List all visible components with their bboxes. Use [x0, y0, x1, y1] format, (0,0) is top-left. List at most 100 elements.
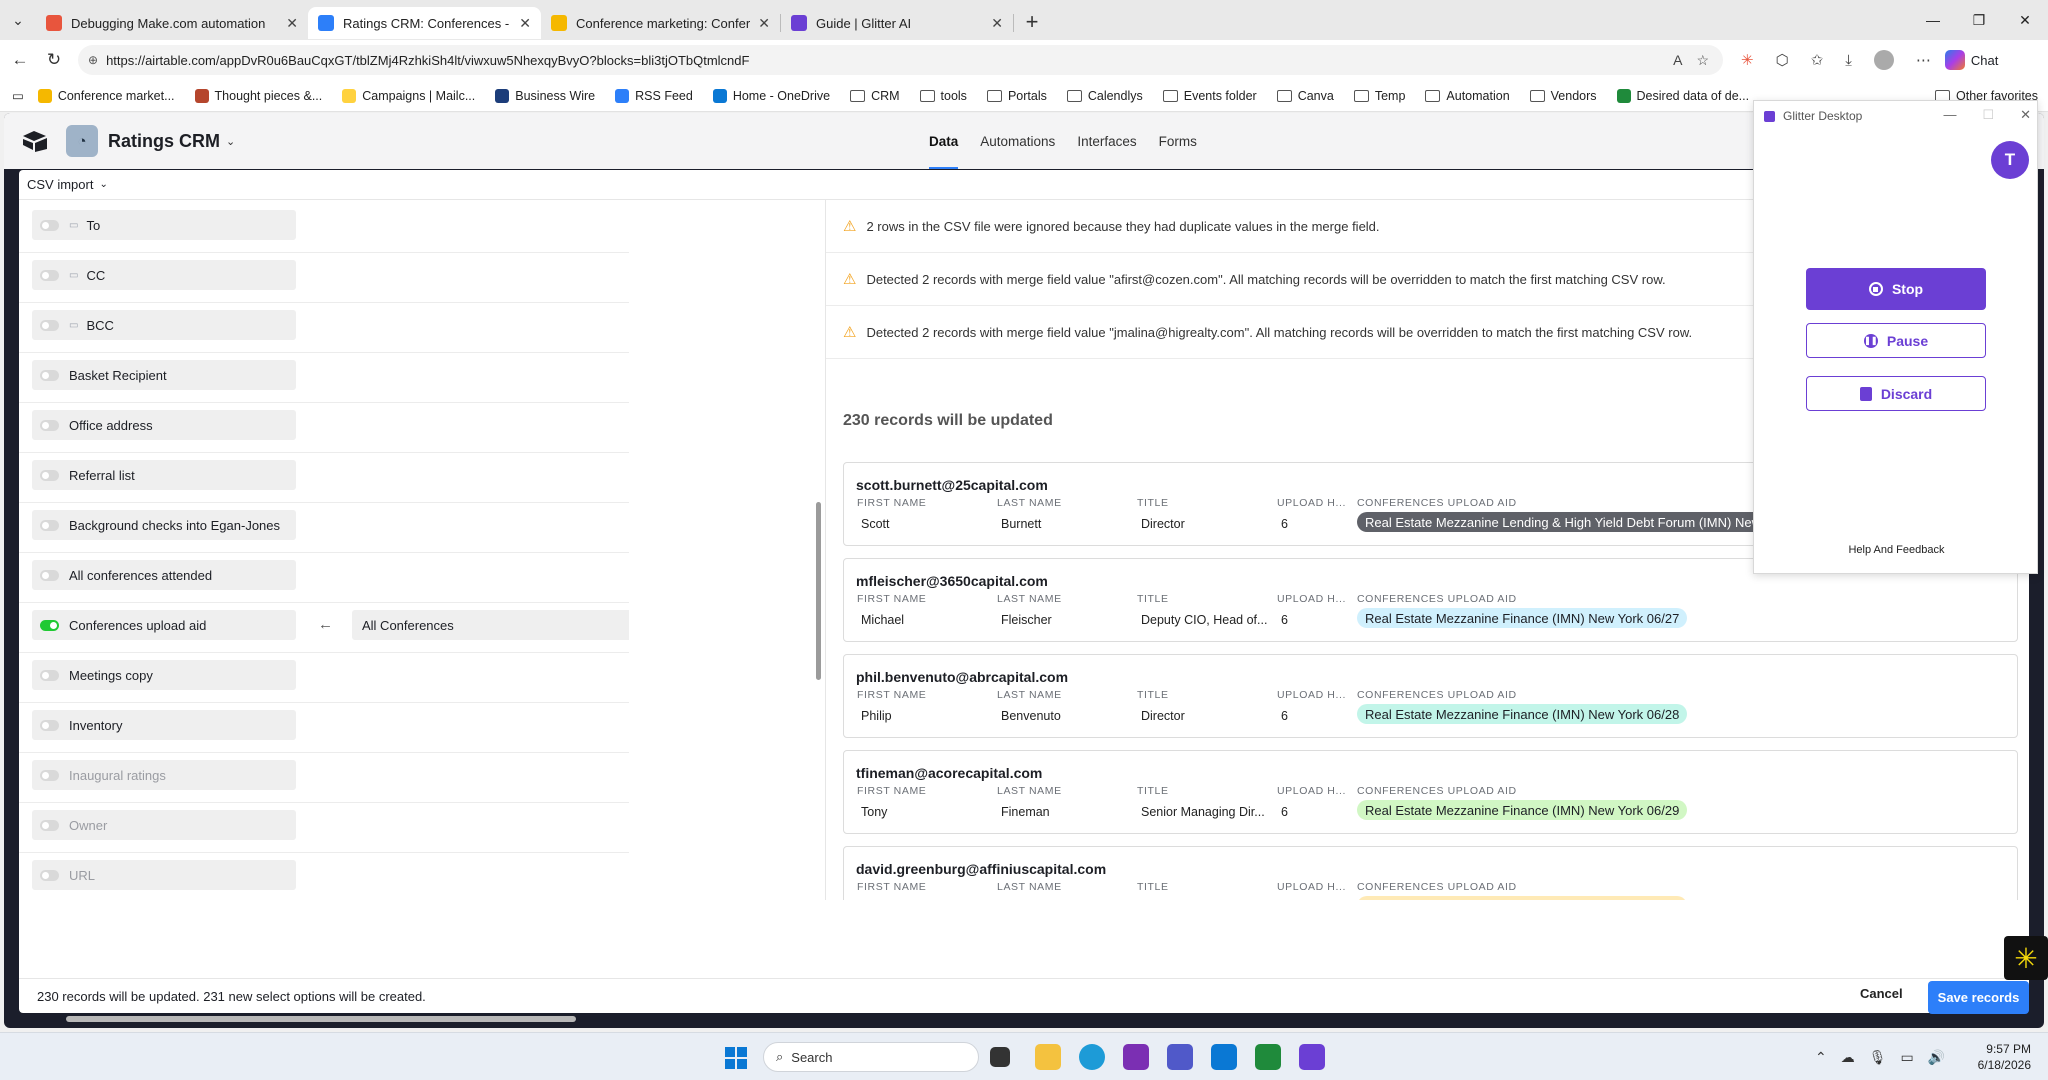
site-info-icon[interactable]: ⊕ — [88, 53, 98, 67]
vertical-scrollbar[interactable] — [816, 502, 821, 680]
help-feedback-link[interactable]: Help And Feedback — [1754, 544, 2039, 556]
close-tab-icon[interactable]: ✕ — [991, 15, 1003, 32]
system-clock[interactable]: 9:57 PM 6/18/2026 — [1965, 1041, 2031, 1073]
toggle-switch[interactable] — [40, 569, 59, 581]
bookmark-item[interactable]: Conference market... — [37, 88, 175, 103]
csv-import-header[interactable]: CSV import ⌄ — [19, 170, 2029, 200]
toggle-switch[interactable] — [40, 619, 59, 631]
bookmark-item[interactable]: Vendors — [1529, 89, 1597, 103]
browser-tab[interactable]: Debugging Make.com automation ✕ — [36, 7, 308, 39]
field-toggle[interactable]: Inaugural ratings — [32, 760, 296, 790]
toggle-switch[interactable] — [40, 769, 59, 781]
browser-tab[interactable]: Guide | Glitter AI ✕ — [781, 7, 1013, 39]
tab-actions-menu-button[interactable]: ⌄ — [0, 0, 36, 40]
back-icon[interactable]: ← — [6, 46, 34, 74]
chevron-up-icon[interactable]: ⌃ — [1815, 1049, 1827, 1066]
windows-start-icon[interactable] — [725, 1047, 747, 1069]
close-tab-icon[interactable]: ✕ — [758, 15, 770, 32]
field-toggle[interactable]: All conferences attended — [32, 560, 296, 590]
cancel-button[interactable]: Cancel — [1860, 986, 1903, 1001]
discard-button[interactable]: Discard — [1806, 376, 1986, 411]
onenote-icon[interactable] — [1123, 1044, 1149, 1070]
bookmark-item[interactable]: Calendlys — [1066, 89, 1143, 103]
task-view-icon[interactable] — [990, 1047, 1010, 1067]
toggle-switch[interactable] — [40, 719, 59, 731]
extension-icon[interactable]: ✳ — [1741, 51, 1754, 69]
tab-data[interactable]: Data — [929, 113, 959, 169]
toggle-switch[interactable] — [40, 219, 59, 231]
sparkle-assistant-icon[interactable]: ✳ — [2004, 936, 2048, 980]
base-icon[interactable]: ◔ — [66, 125, 98, 157]
restore-icon[interactable]: ❐ — [1956, 0, 2002, 40]
copilot-chat-button[interactable]: Chat — [1944, 50, 1998, 70]
horizontal-scrollbar[interactable] — [66, 1016, 576, 1022]
browser-tab[interactable]: Conference marketing: Conference ✕ — [541, 7, 780, 39]
bookmark-item[interactable]: Home - OneDrive — [712, 88, 830, 103]
csv-column-select[interactable]: All Conferences▼ — [352, 610, 629, 640]
minimize-icon[interactable]: — — [1910, 0, 1956, 40]
bookmark-item[interactable]: Campaigns | Mailc... — [342, 88, 475, 103]
field-toggle[interactable]: Background checks into Egan-Jones — [32, 510, 296, 540]
field-toggle[interactable]: ▭ BCC — [32, 310, 296, 340]
bookmark-item[interactable]: Business Wire — [495, 88, 595, 103]
field-toggle[interactable]: Owner — [32, 810, 296, 840]
toggle-switch[interactable] — [40, 319, 59, 331]
glitter-app-icon[interactable] — [1299, 1044, 1325, 1070]
excel-icon[interactable] — [1255, 1044, 1281, 1070]
teams-icon[interactable] — [1167, 1044, 1193, 1070]
maximize-icon[interactable]: ☐ — [1982, 107, 1994, 123]
base-name[interactable]: Ratings CRM — [108, 131, 220, 152]
bookmark-item[interactable]: Portals — [986, 89, 1047, 103]
toggle-switch[interactable] — [40, 819, 59, 831]
record-card[interactable]: david.greenburg@affiniuscapital.com FIRST… — [843, 846, 2018, 900]
more-menu-icon[interactable]: ⋯ — [1916, 51, 1931, 69]
save-records-button[interactable]: Save records — [1928, 981, 2029, 1014]
taskbar-search[interactable]: ⌕ Search — [763, 1042, 979, 1072]
chevron-down-icon[interactable]: ⌄ — [226, 135, 235, 148]
field-toggle[interactable]: Office address — [32, 410, 296, 440]
pause-button[interactable]: ❚❚ Pause — [1806, 323, 1986, 358]
close-window-icon[interactable]: ✕ — [2002, 0, 2048, 40]
bookmark-item[interactable]: tools — [919, 89, 967, 103]
bookmark-item[interactable]: Events folder — [1162, 89, 1257, 103]
new-tab-button[interactable]: + — [1014, 9, 1050, 35]
field-toggle[interactable]: Referral list — [32, 460, 296, 490]
read-aloud-icon[interactable]: A — [1673, 52, 1682, 69]
airtable-logo-icon[interactable] — [22, 130, 48, 152]
outlook-icon[interactable] — [1211, 1044, 1237, 1070]
field-toggle[interactable]: ▭ To — [32, 210, 296, 240]
tab-forms[interactable]: Forms — [1159, 113, 1197, 169]
microphone-icon[interactable]: 🎙 — [1869, 1049, 1887, 1066]
bookmark-item[interactable]: Temp — [1353, 89, 1405, 103]
extensions-icon[interactable]: ⬡ — [1776, 51, 1789, 69]
address-bar[interactable]: ⊕ https://airtable.com/appDvR0u6BauCqxGT… — [78, 45, 1723, 75]
toggle-switch[interactable] — [40, 419, 59, 431]
toggle-switch[interactable] — [40, 469, 59, 481]
record-card[interactable]: phil.benvenuto@abrcapital.com FIRST NAME L… — [843, 654, 2018, 738]
toggle-switch[interactable] — [40, 519, 59, 531]
profile-avatar-icon[interactable] — [1873, 50, 1894, 70]
edge-browser-icon[interactable] — [1079, 1044, 1105, 1070]
bookmark-menu-icon[interactable]: ▭ — [12, 88, 24, 103]
download-icon[interactable]: ⤓ — [1845, 52, 1852, 69]
volume-icon[interactable]: 🔊 — [1928, 1049, 1945, 1066]
field-toggle[interactable]: Conferences upload aid — [32, 610, 296, 640]
tab-interfaces[interactable]: Interfaces — [1077, 113, 1136, 169]
tab-automations[interactable]: Automations — [980, 113, 1055, 169]
stop-button[interactable]: Stop — [1806, 268, 1986, 310]
cloud-icon[interactable]: ☁ — [1841, 1049, 1855, 1066]
favorite-star-icon[interactable]: ☆ — [1696, 52, 1709, 69]
bookmark-item[interactable]: RSS Feed — [615, 88, 693, 103]
bookmark-item[interactable]: CRM — [850, 89, 900, 103]
toggle-switch[interactable] — [40, 269, 59, 281]
toggle-switch[interactable] — [40, 869, 59, 881]
browser-tab-active[interactable]: Ratings CRM: Conferences - Airtable ✕ — [308, 7, 541, 39]
bookmark-item[interactable]: Desired data of de... — [1616, 88, 1749, 103]
bookmark-item[interactable]: Automation — [1425, 89, 1510, 103]
field-toggle[interactable]: URL — [32, 860, 296, 890]
minimize-icon[interactable]: — — [1943, 107, 1956, 123]
record-card[interactable]: tfineman@acorecapital.com FIRST NAME LAST … — [843, 750, 2018, 834]
network-icon[interactable]: ▭ — [1901, 1049, 1914, 1066]
field-toggle[interactable]: ▭ CC — [32, 260, 296, 290]
toggle-switch[interactable] — [40, 669, 59, 681]
